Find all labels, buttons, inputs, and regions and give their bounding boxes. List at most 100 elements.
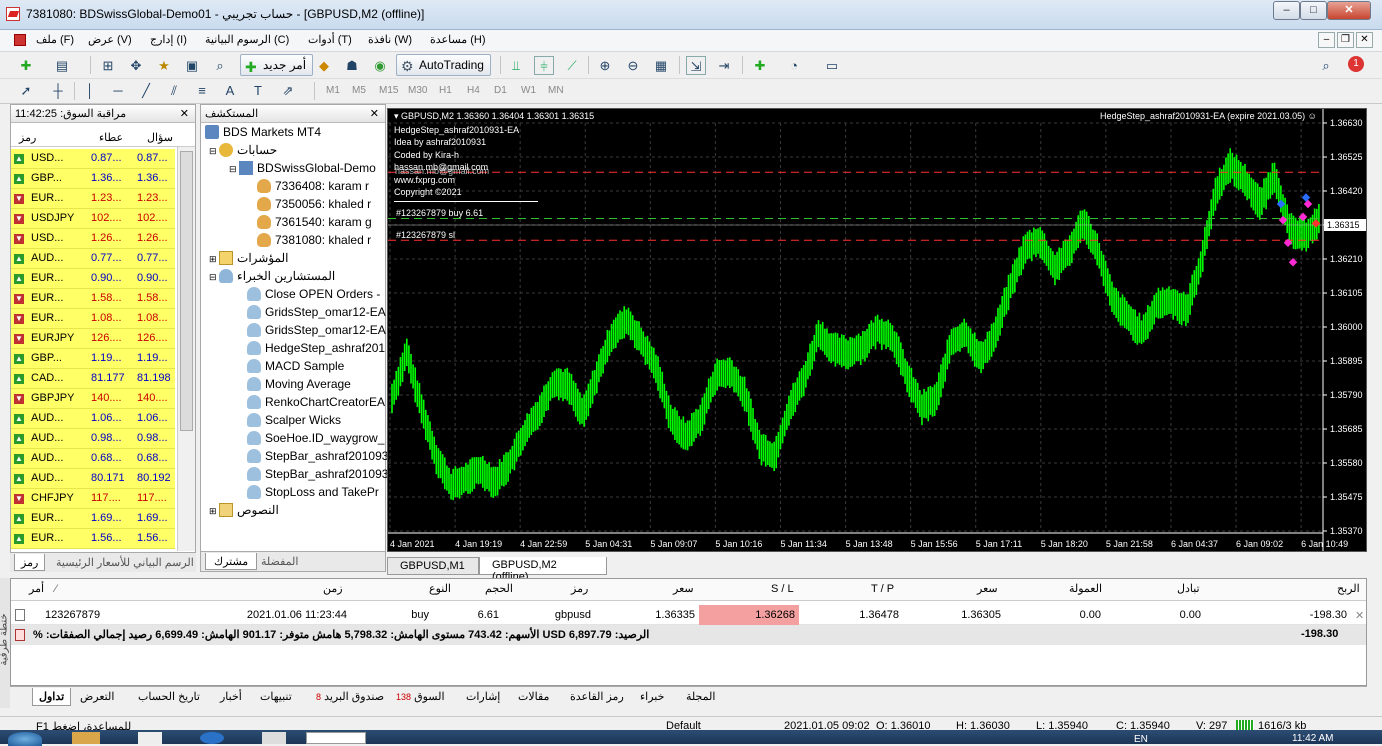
nav-account-item[interactable]: 7336408: karam r (257, 179, 369, 197)
timeframe-h4[interactable]: H4 (467, 85, 480, 96)
taskbar-document-icon[interactable] (262, 732, 286, 744)
nav-expert-item[interactable]: Close OPEN Orders - (247, 287, 380, 305)
market-watch-row[interactable]: ▼ EUR... 1.23... 1.23... (11, 189, 175, 209)
menu-insert[interactable]: إدارج (I) (150, 33, 187, 46)
nav-expert-item[interactable]: RenkoChartCreatorEA (247, 395, 385, 413)
timeframe-h1[interactable]: H1 (439, 85, 452, 96)
nav-expert-item[interactable]: MACD Sample (247, 359, 344, 377)
market-watch-row[interactable]: ▲ AUD... 80.171 80.192 (11, 469, 175, 489)
terminal-tab[interactable]: تنبيهات (260, 690, 292, 708)
terminal-tab[interactable]: المجلة (686, 690, 715, 708)
terminal-tab[interactable]: التعرض (80, 690, 114, 708)
arrows-icon[interactable]: ⇗ (278, 81, 298, 100)
nav-account-item[interactable]: 7350056: khaled r (257, 197, 371, 215)
cursor-icon[interactable]: ➚ (16, 81, 36, 100)
taskbar-notepad-icon[interactable] (138, 732, 162, 744)
market-watch-row[interactable]: ▼ EUR... 1.58... 1.58... (11, 289, 175, 309)
market-watch-row[interactable]: ▲ EUR... 0.90... 0.90... (11, 269, 175, 289)
market-watch-row[interactable]: ▲ AUD... 0.98... 0.98... (11, 429, 175, 449)
market-watch-row[interactable]: ▼ USDJPY 102.... 102.... (11, 209, 175, 229)
nav-experts[interactable]: ⊟ المستشارين الخبراء (209, 269, 335, 287)
profiles-icon[interactable]: ▤ (52, 56, 72, 75)
market-watch-row[interactable]: ▼ EURJPY 126.... 126.... (11, 329, 175, 349)
nav-expert-item[interactable]: StopLoss and TakePr (247, 485, 379, 503)
mdi-close-button[interactable]: ✕ (1356, 32, 1373, 48)
signals-icon[interactable]: ◉ (370, 56, 390, 75)
market-watch-row[interactable]: ▲ AUD... 0.77... 0.77... (11, 249, 175, 269)
market-watch-icon[interactable]: ⊞ (98, 56, 118, 75)
nav-account-item[interactable]: 7361540: karam g (257, 215, 372, 233)
mdi-restore-button[interactable]: ❐ (1337, 32, 1354, 48)
crosshair-icon[interactable]: ┼ (48, 81, 68, 100)
close-order-icon[interactable]: ✕ (1355, 609, 1364, 622)
nav-account-item[interactable]: 7381080: khaled r (257, 233, 371, 251)
doc-icon[interactable] (14, 34, 26, 46)
price-chart[interactable]: 1.36630 1.36525 1.36420 1.36315 1.36210 1.361… (387, 108, 1367, 552)
options-icon[interactable]: ☗ (342, 56, 362, 75)
periods-icon[interactable]: ◔ (784, 56, 804, 75)
market-watch-row[interactable]: ▲ AUD... 0.68... 0.68... (11, 449, 175, 469)
col-bid[interactable]: عطاء (99, 131, 123, 144)
nav-accounts[interactable]: ⊟ حسابات (209, 143, 277, 161)
tab-symbols[interactable]: رمز (14, 554, 46, 571)
candlesticks-icon[interactable]: ⫩ (534, 56, 554, 75)
data-window-icon[interactable]: ✥ (126, 56, 146, 75)
nav-root[interactable]: BDS Markets MT4 (205, 125, 321, 143)
terminal-tab[interactable]: خبراء (640, 690, 664, 708)
tile-windows-icon[interactable]: ▦ (651, 56, 671, 75)
market-watch-row[interactable]: ▲ CAD... 81.177 81.198 (11, 369, 175, 389)
auto-scroll-icon[interactable]: ⇲ (686, 56, 706, 75)
taskbar-explorer-icon[interactable] (72, 732, 100, 744)
navigator-icon[interactable]: ★ (154, 56, 174, 75)
col-profit[interactable]: الربح (1337, 579, 1360, 601)
market-watch-row[interactable]: ▼ GBPJPY 140.... 140.... (11, 389, 175, 409)
nav-expert-item[interactable]: Scalper Wicks (247, 413, 341, 431)
text-label-icon[interactable]: T (248, 81, 268, 100)
terminal-tab[interactable]: رمز القاعدة (570, 690, 624, 708)
nav-expert-item[interactable]: GridsStep_omar12-EA (247, 305, 386, 323)
market-watch-row[interactable]: ▲ AUD... 1.06... 1.06... (11, 409, 175, 429)
text-icon[interactable]: A (220, 81, 240, 100)
navigator-scrollbar[interactable] (367, 125, 385, 551)
terminal-tab[interactable]: أخبار (220, 690, 242, 708)
col-ask[interactable]: سؤال (147, 131, 173, 144)
chart-shift-icon[interactable]: ⇥ (714, 56, 734, 75)
menu-charts[interactable]: الرسوم البيانية (C) (205, 33, 289, 46)
tab-favorites[interactable]: المفضلة (261, 555, 298, 568)
nav-expert-item[interactable]: SoeHoe.ID_waygrow_ (247, 431, 384, 449)
tab-price-chart[interactable]: الرسم البياني للأسعار الرئيسية (56, 556, 194, 569)
new-chart-icon[interactable]: ✚ (16, 56, 36, 75)
col-time[interactable]: زمن (323, 579, 343, 601)
market-watch-scrollbar[interactable] (177, 147, 195, 551)
zoom-in-icon[interactable]: ⊕ (595, 56, 615, 75)
nav-scripts[interactable]: ⊞ النصوص (209, 503, 279, 521)
timeframe-d1[interactable]: D1 (494, 85, 507, 96)
line-chart-icon[interactable]: ⟋ (562, 56, 582, 75)
trendline-icon[interactable]: ╱ (136, 81, 156, 100)
minimize-button[interactable]: – (1273, 1, 1300, 20)
taskbar-browser-icon[interactable] (200, 732, 224, 744)
terminal-tab[interactable]: مقالات (518, 690, 549, 708)
channel-icon[interactable]: ⫽ (164, 81, 184, 100)
vertical-line-icon[interactable]: │ (80, 81, 100, 100)
terminal-tab[interactable]: تاريخ الحساب (138, 690, 200, 708)
close-button[interactable]: ✕ (1327, 1, 1371, 20)
timeframe-m5[interactable]: M5 (352, 85, 366, 96)
menu-window[interactable]: نافذة (W) (368, 33, 412, 46)
market-watch-row[interactable]: ▼ CHFJPY 117.... 117.... (11, 489, 175, 509)
nav-expert-item[interactable]: GridsStep_omar12-EA (247, 323, 386, 341)
timeframe-w1[interactable]: W1 (521, 85, 536, 96)
timeframe-mn[interactable]: MN (548, 85, 564, 96)
market-watch-row[interactable]: ▲ USD... 0.87... 0.87... (11, 149, 175, 169)
timeframe-m1[interactable]: M1 (326, 85, 340, 96)
menu-file[interactable]: ملف (F) (36, 33, 74, 46)
mdi-minimize-button[interactable]: – (1318, 32, 1335, 48)
menu-tools[interactable]: أدوات (T) (308, 33, 352, 46)
market-watch-row[interactable]: ▲ EUR... 1.69... 1.69... (11, 509, 175, 529)
metaeditor-icon[interactable]: ◆ (314, 56, 334, 75)
col-symbol[interactable]: رمز (571, 579, 588, 601)
timeframe-m15[interactable]: M15 (379, 85, 398, 96)
nav-server[interactable]: ⊟ BDSwissGlobal-Demo (229, 161, 376, 179)
new-order-button[interactable]: ✚ أمر جديد (240, 54, 314, 76)
col-tp[interactable]: T / P (871, 579, 894, 601)
